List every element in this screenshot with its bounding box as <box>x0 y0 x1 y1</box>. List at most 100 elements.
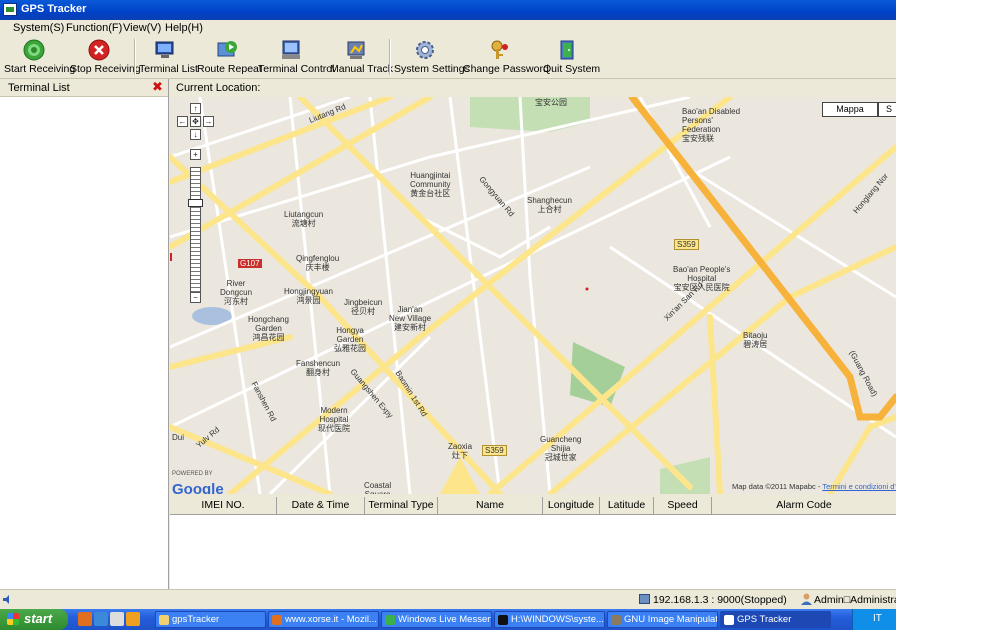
highway-shield: S359 <box>482 445 507 456</box>
menu-bar: System(S) Function(F) View(V) Help(H) <box>0 20 896 36</box>
firefox-icon <box>272 615 282 625</box>
document-quicklaunch-icon[interactable] <box>110 612 124 626</box>
column-header-date-time[interactable]: Date & Time <box>277 497 365 514</box>
map-label: Hongchang Garden 鸿昌花园 <box>248 315 289 342</box>
task-command-prompt[interactable]: H:\WINDOWS\syste... <box>494 611 605 628</box>
zoom-in-icon[interactable]: + <box>190 149 201 160</box>
connection-status: 192.168.1.3 : 9000(Stopped) <box>653 594 787 606</box>
map-label: Shanghecun 上合村 <box>527 196 572 214</box>
map-type-satellite-button[interactable]: S <box>878 102 896 117</box>
start-button[interactable]: start <box>0 609 68 630</box>
map-label: River Dongcun 河东村 <box>220 279 253 306</box>
task-firefox[interactable]: www.xorse.it - Mozil... <box>268 611 379 628</box>
toolbar: Start Receiving Stop Receiving Terminal … <box>0 36 896 79</box>
map-label: Hongjingyuan 鸿景园 <box>284 287 333 305</box>
change-password-button[interactable]: Change Password <box>463 38 549 76</box>
pan-right-icon[interactable]: → <box>203 116 214 127</box>
zoom-out-icon[interactable]: − <box>190 292 201 303</box>
column-header-name[interactable]: Name <box>438 497 543 514</box>
map-label: Qingfenglou 庆丰楼 <box>296 254 340 272</box>
column-header-imei[interactable]: IMEI NO. <box>170 497 277 514</box>
terminal-list-panel: Terminal List ✖ <box>0 79 169 589</box>
pan-center-icon[interactable]: ✥ <box>190 116 201 127</box>
map-view[interactable]: Mappa S ↑ ← ✥ → ↓ + − 宝安公园 Bao'an Disabl… <box>170 97 896 494</box>
folder-icon <box>159 615 169 625</box>
data-grid[interactable]: IMEI NO. Date & Time Terminal Type Name … <box>170 497 896 589</box>
start-label: start <box>24 611 53 626</box>
pan-left-icon[interactable]: ← <box>177 116 188 127</box>
terminal-control-button[interactable]: Terminal Control <box>258 38 334 76</box>
column-header-speed[interactable]: Speed <box>654 497 712 514</box>
stop-receiving-button[interactable]: Stop Receiving <box>70 38 141 76</box>
quit-system-icon <box>560 40 574 60</box>
stop-receiving-label: Stop Receiving <box>70 63 141 75</box>
map-label: Dui <box>172 433 185 442</box>
column-header-alarm-code[interactable]: Alarm Code <box>712 497 896 514</box>
terminal-control-label: Terminal Control <box>258 63 335 75</box>
menu-system[interactable]: System(S) <box>13 22 64 34</box>
highway-shield: S359 <box>674 239 699 250</box>
zoom-slider-thumb[interactable] <box>188 199 203 207</box>
route-repeat-button[interactable]: Route Repeat <box>197 38 262 76</box>
task-label: GPS Tracker <box>737 614 792 625</box>
start-receiving-icon <box>23 39 45 61</box>
menu-function[interactable]: Function(F) <box>66 22 122 34</box>
task-gps-tracker[interactable]: GPS Tracker <box>720 611 831 628</box>
zoom-slider[interactable] <box>190 167 201 294</box>
media-quicklaunch-icon[interactable] <box>126 612 140 626</box>
map-canvas <box>170 97 896 494</box>
title-bar: GPS Tracker <box>0 0 896 20</box>
task-label: GNU Image Manipulat... <box>624 614 718 625</box>
taskbar: start gpsTracker www.xorse.it - Mozil...… <box>0 609 896 630</box>
messenger-icon <box>385 615 395 625</box>
close-panel-icon[interactable]: ✖ <box>151 80 164 93</box>
toolbar-separator <box>389 39 391 75</box>
change-password-icon <box>491 40 508 59</box>
map-label: Huangjintai Community 黄金台社区 <box>410 171 451 198</box>
gimp-icon <box>611 615 621 625</box>
google-logo: POWERED BY Google <box>172 467 224 494</box>
network-icon <box>639 594 650 604</box>
quit-system-button[interactable]: Quit System <box>543 38 600 76</box>
status-bar: 192.168.1.3 : 9000(Stopped) Admin□Admini… <box>0 589 896 610</box>
user-status: Admin□Administrators <box>814 594 896 606</box>
system-settings-icon <box>416 41 434 59</box>
user-icon <box>801 593 812 605</box>
pan-up-icon[interactable]: ↑ <box>190 103 201 114</box>
map-attribution-text: Map data ©2011 Mapabc - <box>732 482 823 491</box>
map-label: Liutangcun 流塘村 <box>284 210 324 228</box>
column-header-longitude[interactable]: Longitude <box>543 497 600 514</box>
window-title: GPS Tracker <box>21 3 87 15</box>
task-gpstracker-folder[interactable]: gpsTracker <box>155 611 266 628</box>
menu-view[interactable]: View(V) <box>123 22 161 34</box>
map-label: Jingbeicun 径贝村 <box>344 298 383 316</box>
firefox-quicklaunch-icon[interactable] <box>78 612 92 626</box>
pan-down-icon[interactable]: ↓ <box>190 129 201 140</box>
system-settings-label: System Settings <box>394 63 470 75</box>
terminal-list-title: Terminal List <box>8 82 70 94</box>
route-repeat-label: Route Repeat <box>197 63 262 75</box>
task-messenger[interactable]: Windows Live Messen... <box>381 611 492 628</box>
map-terms-link[interactable]: Termini e condizioni d'uso <box>822 482 896 491</box>
map-label: Bitaoju 碧涛居 <box>743 331 768 349</box>
system-settings-button[interactable]: System Settings <box>394 38 470 76</box>
toolbar-separator <box>134 39 136 75</box>
task-gimp[interactable]: GNU Image Manipulat... <box>607 611 718 628</box>
language-indicator[interactable]: IT <box>873 613 882 624</box>
manual-track-button[interactable]: Manual Track <box>330 38 393 76</box>
map-label: Zaoxia 灶下 <box>448 442 473 460</box>
map-attribution: Map data ©2011 Mapabc - Termini e condiz… <box>732 482 896 491</box>
google-logo-text: Google <box>172 481 224 494</box>
column-header-latitude[interactable]: Latitude <box>600 497 654 514</box>
terminal-list-button[interactable]: Terminal List <box>139 38 198 76</box>
terminal-control-icon <box>282 40 300 59</box>
map-type-mappa-button[interactable]: Mappa <box>822 102 878 117</box>
menu-help[interactable]: Help(H) <box>165 22 203 34</box>
grid-header: IMEI NO. Date & Time Terminal Type Name … <box>170 497 896 515</box>
terminal-list-label: Terminal List <box>139 63 198 75</box>
ie-quicklaunch-icon[interactable] <box>94 612 108 626</box>
terminal-list-icon <box>155 41 174 58</box>
map-label: Hongya Garden 弘雅花园 <box>334 326 366 353</box>
start-receiving-button[interactable]: Start Receiving <box>4 38 75 76</box>
column-header-terminal-type[interactable]: Terminal Type <box>365 497 438 514</box>
